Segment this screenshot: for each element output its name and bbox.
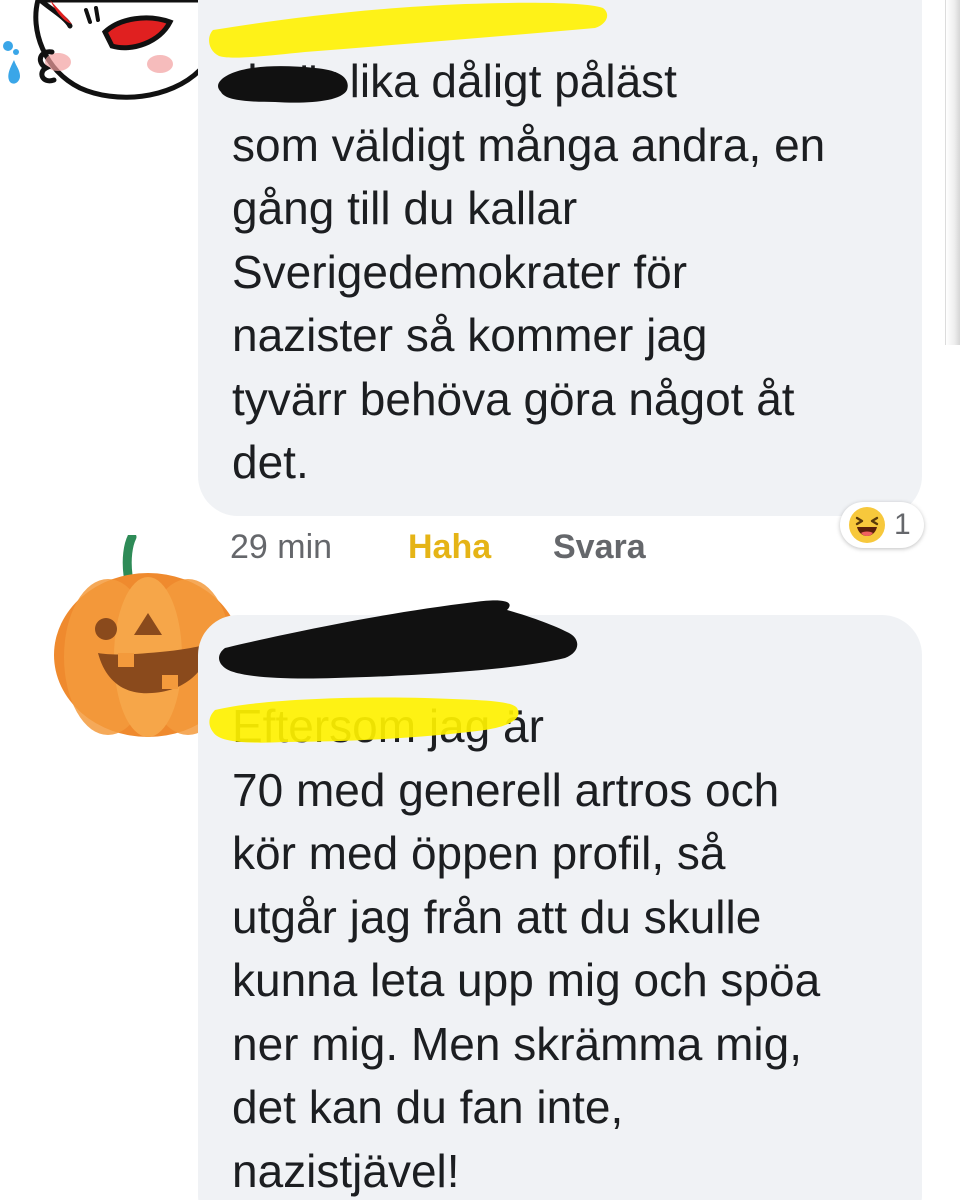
reaction-count-badge[interactable]: 1 bbox=[840, 502, 924, 548]
laughing-emoji-icon bbox=[849, 507, 885, 543]
comment-text: Eftersom jag är 70 med generell artros o… bbox=[232, 700, 821, 1197]
comment-thread: du är lika dåligt påläst som väldigt mån… bbox=[0, 0, 960, 1200]
redaction-yellow-mark bbox=[209, 697, 519, 743]
reaction-count: 1 bbox=[894, 508, 911, 541]
comment-text: du är lika dåligt påläst som väldigt mån… bbox=[232, 55, 826, 488]
reply-button[interactable]: Svara bbox=[553, 525, 646, 569]
scrollbar-edge[interactable] bbox=[945, 0, 960, 345]
redaction-yellow-mark bbox=[209, 2, 608, 58]
redaction-black-mark bbox=[219, 600, 578, 679]
redaction-black-mark bbox=[218, 66, 348, 103]
haha-reaction-button[interactable]: Haha bbox=[408, 525, 491, 569]
